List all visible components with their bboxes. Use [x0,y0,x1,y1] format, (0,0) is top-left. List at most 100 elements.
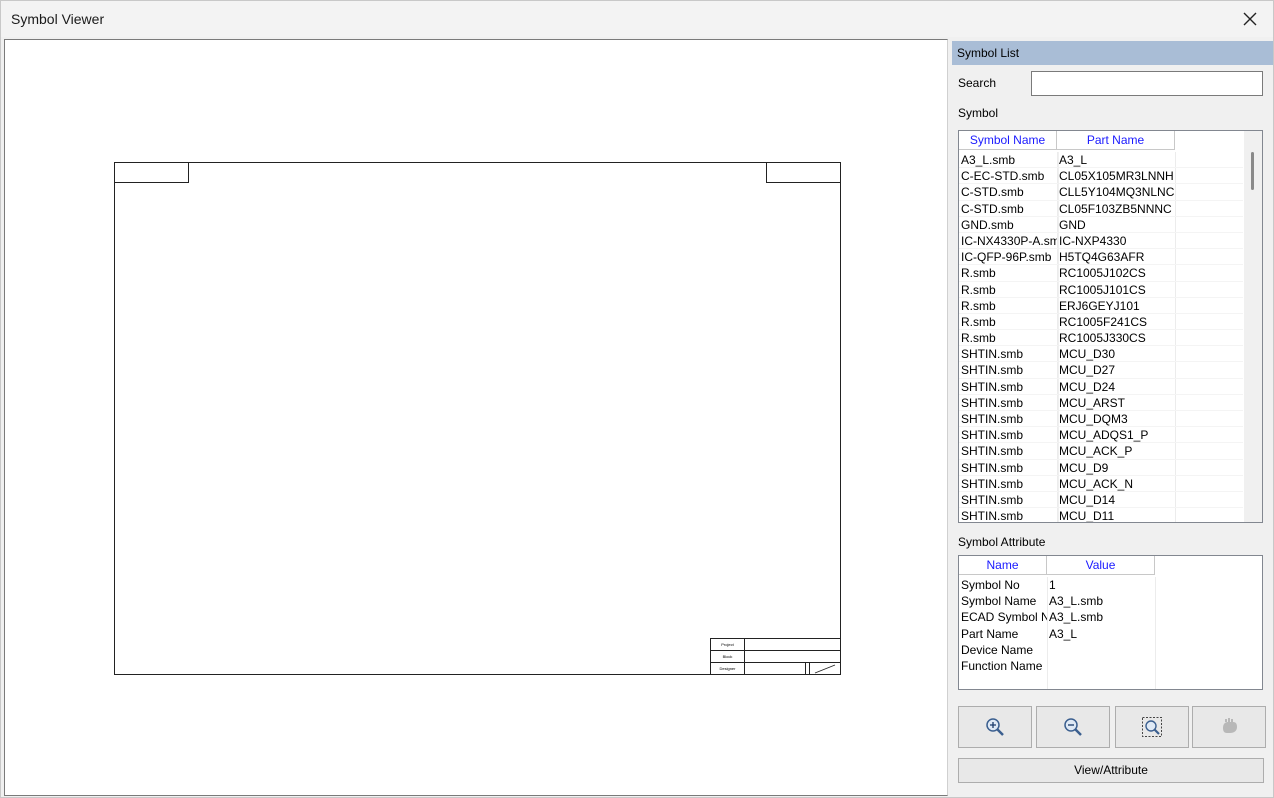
list-item[interactable]: R.smb RC1005J101CS [959,281,1243,298]
list-item[interactable]: SHTIN.smb MCU_D30 [959,346,1243,363]
symbol-canvas[interactable]: Project Block Designer [4,39,948,796]
list-item[interactable]: A3_L.smb A3_L [959,152,1243,169]
title-block-label: Designer [711,663,745,675]
symbol-name-cell: C-STD.smb [961,185,1024,200]
symbol-name-cell: SHTIN.smb [961,412,1024,426]
list-item[interactable]: SHTIN.smb MCU_ARST [959,394,1243,411]
list-item[interactable]: SHTIN.smb MCU_ACK_P [959,443,1243,460]
symbol-name-cell: SHTIN.smb [961,347,1024,362]
list-item[interactable]: SHTIN.smb MCU_D11 [959,508,1243,522]
list-item[interactable]: GND.smb GND [959,216,1243,233]
symbol-name-cell: SHTIN.smb [961,476,1024,491]
symbol-name-cell: SHTIN.smb [961,395,1024,410]
part-name-cell: MCU_ACK_N [1058,475,1176,492]
table-row[interactable]: ECAD Symbol N A3_L.smb [959,609,1262,625]
part-name-cell: RC1005J330CS [1058,330,1176,347]
part-name-cell: RC1005J102CS [1058,265,1176,282]
symbol-name-cell: SHTIN.smb [961,428,1024,443]
attribute-value-cell: 1 [1049,578,1056,592]
symbol-viewer-window: Symbol Viewer Project Block Designer Sym… [0,0,1274,798]
attribute-value-cell: A3_L.smb [1049,610,1104,625]
list-item[interactable]: R.smb RC1005J102CS [959,265,1243,282]
symbol-name-cell: R.smb [961,266,996,281]
scroll-thumb[interactable] [1251,152,1254,190]
list-item[interactable]: SHTIN.smb MCU_ADQS1_P [959,427,1243,444]
list-item[interactable]: R.smb RC1005F241CS [959,313,1243,331]
column-header-part-name[interactable]: Part Name [1057,131,1175,150]
table-row[interactable]: Symbol Name A3_L.smb [959,593,1262,609]
close-button[interactable] [1227,1,1273,37]
attribute-rows: Symbol No 1 Symbol Name A3_L.smb ECAD Symbol… [959,577,1262,674]
symbol-list[interactable]: Symbol Name Part Name A3_L.smb A3_L C-EC-S… [958,130,1263,523]
panel-header-title: Symbol List [957,46,1020,60]
symbol-name-cell: C-EC-STD.smb [961,169,1045,184]
title-bar: Symbol Viewer [1,1,1273,37]
part-name-cell: MCU_D30 [1058,346,1176,363]
part-name-cell: MCU_D24 [1058,378,1176,395]
part-name-cell: MCU_ARST [1058,394,1176,411]
part-name-cell: MCU_D27 [1058,362,1176,379]
close-icon [1243,12,1257,26]
attribute-name-cell: Part Name [961,626,1019,641]
attribute-name-cell: ECAD Symbol N [961,610,1047,625]
search-input[interactable] [1031,71,1263,96]
part-name-cell: H5TQ4G63AFR [1058,249,1176,266]
table-row[interactable]: Function Name [959,658,1262,674]
part-name-cell: RC1005F241CS [1058,313,1176,330]
part-name-cell: GND [1058,216,1176,233]
title-block: Project Block Designer [710,638,841,675]
vertical-scrollbar[interactable] [1244,131,1262,522]
list-item[interactable]: SHTIN.smb MCU_D9 [959,459,1243,476]
symbol-name-cell: R.smb [961,331,996,346]
symbol-name-cell: IC-QFP-96P.smb [961,250,1052,265]
list-item[interactable]: SHTIN.smb MCU_D14 [959,491,1243,509]
symbol-name-cell: SHTIN.smb [961,492,1024,507]
table-row[interactable]: Device Name [959,642,1262,658]
symbol-name-cell: C-STD.smb [961,201,1024,216]
list-item[interactable]: SHTIN.smb MCU_DQM3 [959,411,1243,428]
table-row[interactable]: Part Name A3_L [959,626,1262,642]
list-item[interactable]: C-STD.smb CLL5Y104MQ3NLNC [959,184,1243,201]
symbol-name-cell: GND.smb [961,217,1014,232]
attribute-name-cell: Function Name [961,658,1043,673]
frame-tab-right [766,162,841,183]
table-row[interactable]: Symbol No 1 [959,577,1262,593]
pan-button[interactable] [1192,706,1266,748]
list-item[interactable]: C-EC-STD.smb CL05X105MR3LNNH [959,168,1243,185]
attribute-section-label: Symbol Attribute [958,535,1046,549]
list-item[interactable]: SHTIN.smb MCU_ACK_N [959,475,1243,492]
part-name-cell: MCU_D9 [1058,459,1176,476]
list-item[interactable]: C-STD.smb CL05F103ZB5NNNC [959,200,1243,217]
list-item[interactable]: SHTIN.smb MCU_D24 [959,378,1243,395]
attribute-value-cell: A3_L.smb [1049,594,1104,609]
title-block-row: Designer [711,663,840,675]
zoom-out-button[interactable] [1036,706,1110,748]
symbol-name-cell: A3_L.smb [961,153,1016,167]
zoom-fit-button[interactable] [1115,706,1189,748]
view-attribute-button[interactable]: View/Attribute [958,758,1264,783]
part-name-cell: MCU_ACK_P [1058,443,1176,460]
list-item[interactable]: SHTIN.smb MCU_D27 [959,362,1243,379]
list-item[interactable]: IC-QFP-96P.smb H5TQ4G63AFR [959,249,1243,266]
part-name-cell: MCU_DQM3 [1058,411,1176,427]
column-header-symbol-name[interactable]: Symbol Name [959,131,1057,150]
attribute-name-cell: Symbol Name [961,594,1037,609]
title-block-label: Block [711,651,745,663]
search-label: Search [958,76,997,90]
zoom-in-button[interactable] [958,706,1032,748]
list-item[interactable]: IC-NX4330P-A.sm IC-NXP4330 [959,232,1243,250]
column-header-value[interactable]: Value [1047,556,1155,575]
hand-icon [1223,718,1237,733]
zoom-fit-icon [1142,717,1162,737]
column-header-name[interactable]: Name [959,556,1047,575]
symbol-rows: A3_L.smb A3_L C-EC-STD.smb CL05X105MR3LNNH C… [959,152,1243,522]
symbol-section-label: Symbol [958,106,999,120]
symbol-name-cell: SHTIN.smb [961,444,1024,459]
list-item[interactable]: R.smb RC1005J330CS [959,330,1243,347]
part-name-cell: CL05F103ZB5NNNC [1058,200,1176,217]
part-name-cell: RC1005J101CS [1058,281,1176,298]
attribute-table[interactable]: Name Value Symbol No 1 Symbol Name A3_L.smb… [958,555,1263,690]
part-name-cell: CL05X105MR3LNNH [1058,168,1176,185]
title-block-row: Block [711,651,840,663]
list-item[interactable]: R.smb ERJ6GEYJ101 [959,297,1243,314]
